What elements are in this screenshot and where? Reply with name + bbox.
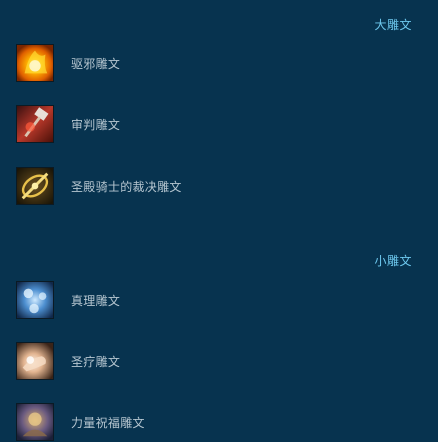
glyph-label: 圣疗雕文 [71, 354, 121, 369]
glyph-label: 圣殿骑士的裁决雕文 [71, 179, 182, 194]
glyph-label: 审判雕文 [71, 117, 121, 132]
section-header-major-glyphs: 大雕文 [374, 18, 412, 32]
glyph-label: 驱邪雕文 [71, 56, 121, 71]
glyph-label: 力量祝福雕文 [71, 415, 145, 430]
judgement-hammer-icon [16, 105, 54, 143]
golden-sword-icon [16, 167, 54, 205]
glyph-item-exorcism[interactable]: 驱邪雕文 [16, 43, 120, 83]
glyph-item-blessing-of-might[interactable]: 力量祝福雕文 [16, 402, 145, 442]
blue-light-icon [16, 281, 54, 319]
glyph-item-truth[interactable]: 真理雕文 [16, 280, 120, 320]
glyph-item-templars-verdict[interactable]: 圣殿骑士的裁决雕文 [16, 166, 182, 206]
glyph-item-lay-on-hands[interactable]: 圣疗雕文 [16, 341, 120, 381]
glyph-label: 真理雕文 [71, 293, 121, 308]
healing-hands-icon [16, 342, 54, 380]
section-header-minor-glyphs: 小雕文 [374, 254, 412, 268]
glyph-item-judgement[interactable]: 审判雕文 [16, 104, 120, 144]
might-blessing-icon [16, 403, 54, 441]
flame-sun-icon [16, 44, 54, 82]
